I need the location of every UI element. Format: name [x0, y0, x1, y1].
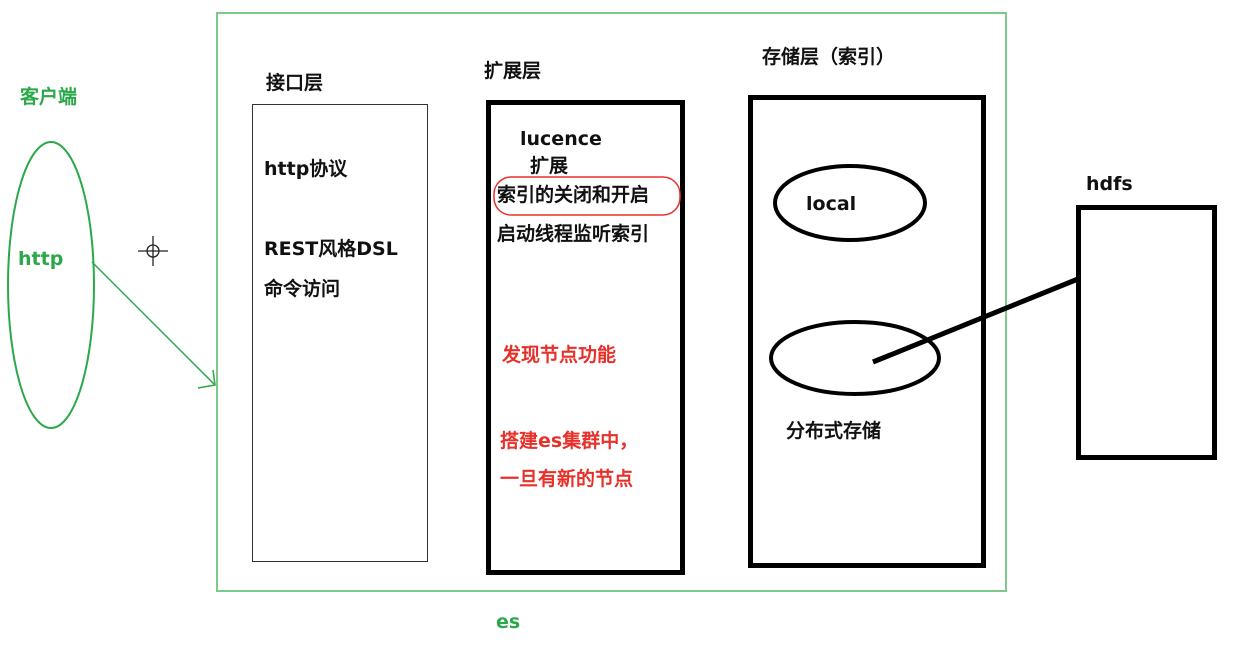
hdfs-connector	[872, 276, 1079, 365]
extension-line-lucence: lucence	[520, 128, 602, 150]
extension-line-index-toggle: 索引的关闭和开启	[497, 184, 650, 206]
client-connector	[91, 261, 216, 386]
client-ellipse	[7, 141, 95, 429]
storage-distributed-label: 分布式存储	[786, 420, 882, 442]
extension-line-thread-listen: 启动线程监听索引	[497, 223, 650, 245]
client-protocol-label: http	[18, 248, 64, 270]
extension-red-line-1: 发现节点功能	[502, 344, 617, 366]
storage-layer-title: 存储层（索引）	[762, 46, 896, 68]
storage-local-label: local	[806, 193, 857, 215]
client-connector-arrowhead	[197, 369, 216, 389]
extension-layer-title: 扩展层	[484, 60, 542, 82]
diagram-shapes	[7, 141, 1079, 429]
extension-red-line-3: 一旦有新的节点	[500, 468, 634, 490]
interface-layer-title: 接口层	[266, 72, 324, 94]
interface-line-2: REST风格DSL	[264, 238, 398, 260]
client-title: 客户端	[20, 86, 78, 108]
interface-line-3: 命令访问	[264, 278, 341, 300]
extension-line-extend: 扩展	[530, 155, 569, 177]
crosshair-cursor-icon	[138, 236, 168, 266]
hdfs-title: hdfs	[1086, 173, 1133, 195]
distributed-ellipse	[769, 320, 941, 396]
es-label: es	[496, 611, 521, 633]
extension-red-line-2: 搭建es集群中，	[500, 430, 639, 452]
interface-line-1: http协议	[264, 158, 348, 180]
